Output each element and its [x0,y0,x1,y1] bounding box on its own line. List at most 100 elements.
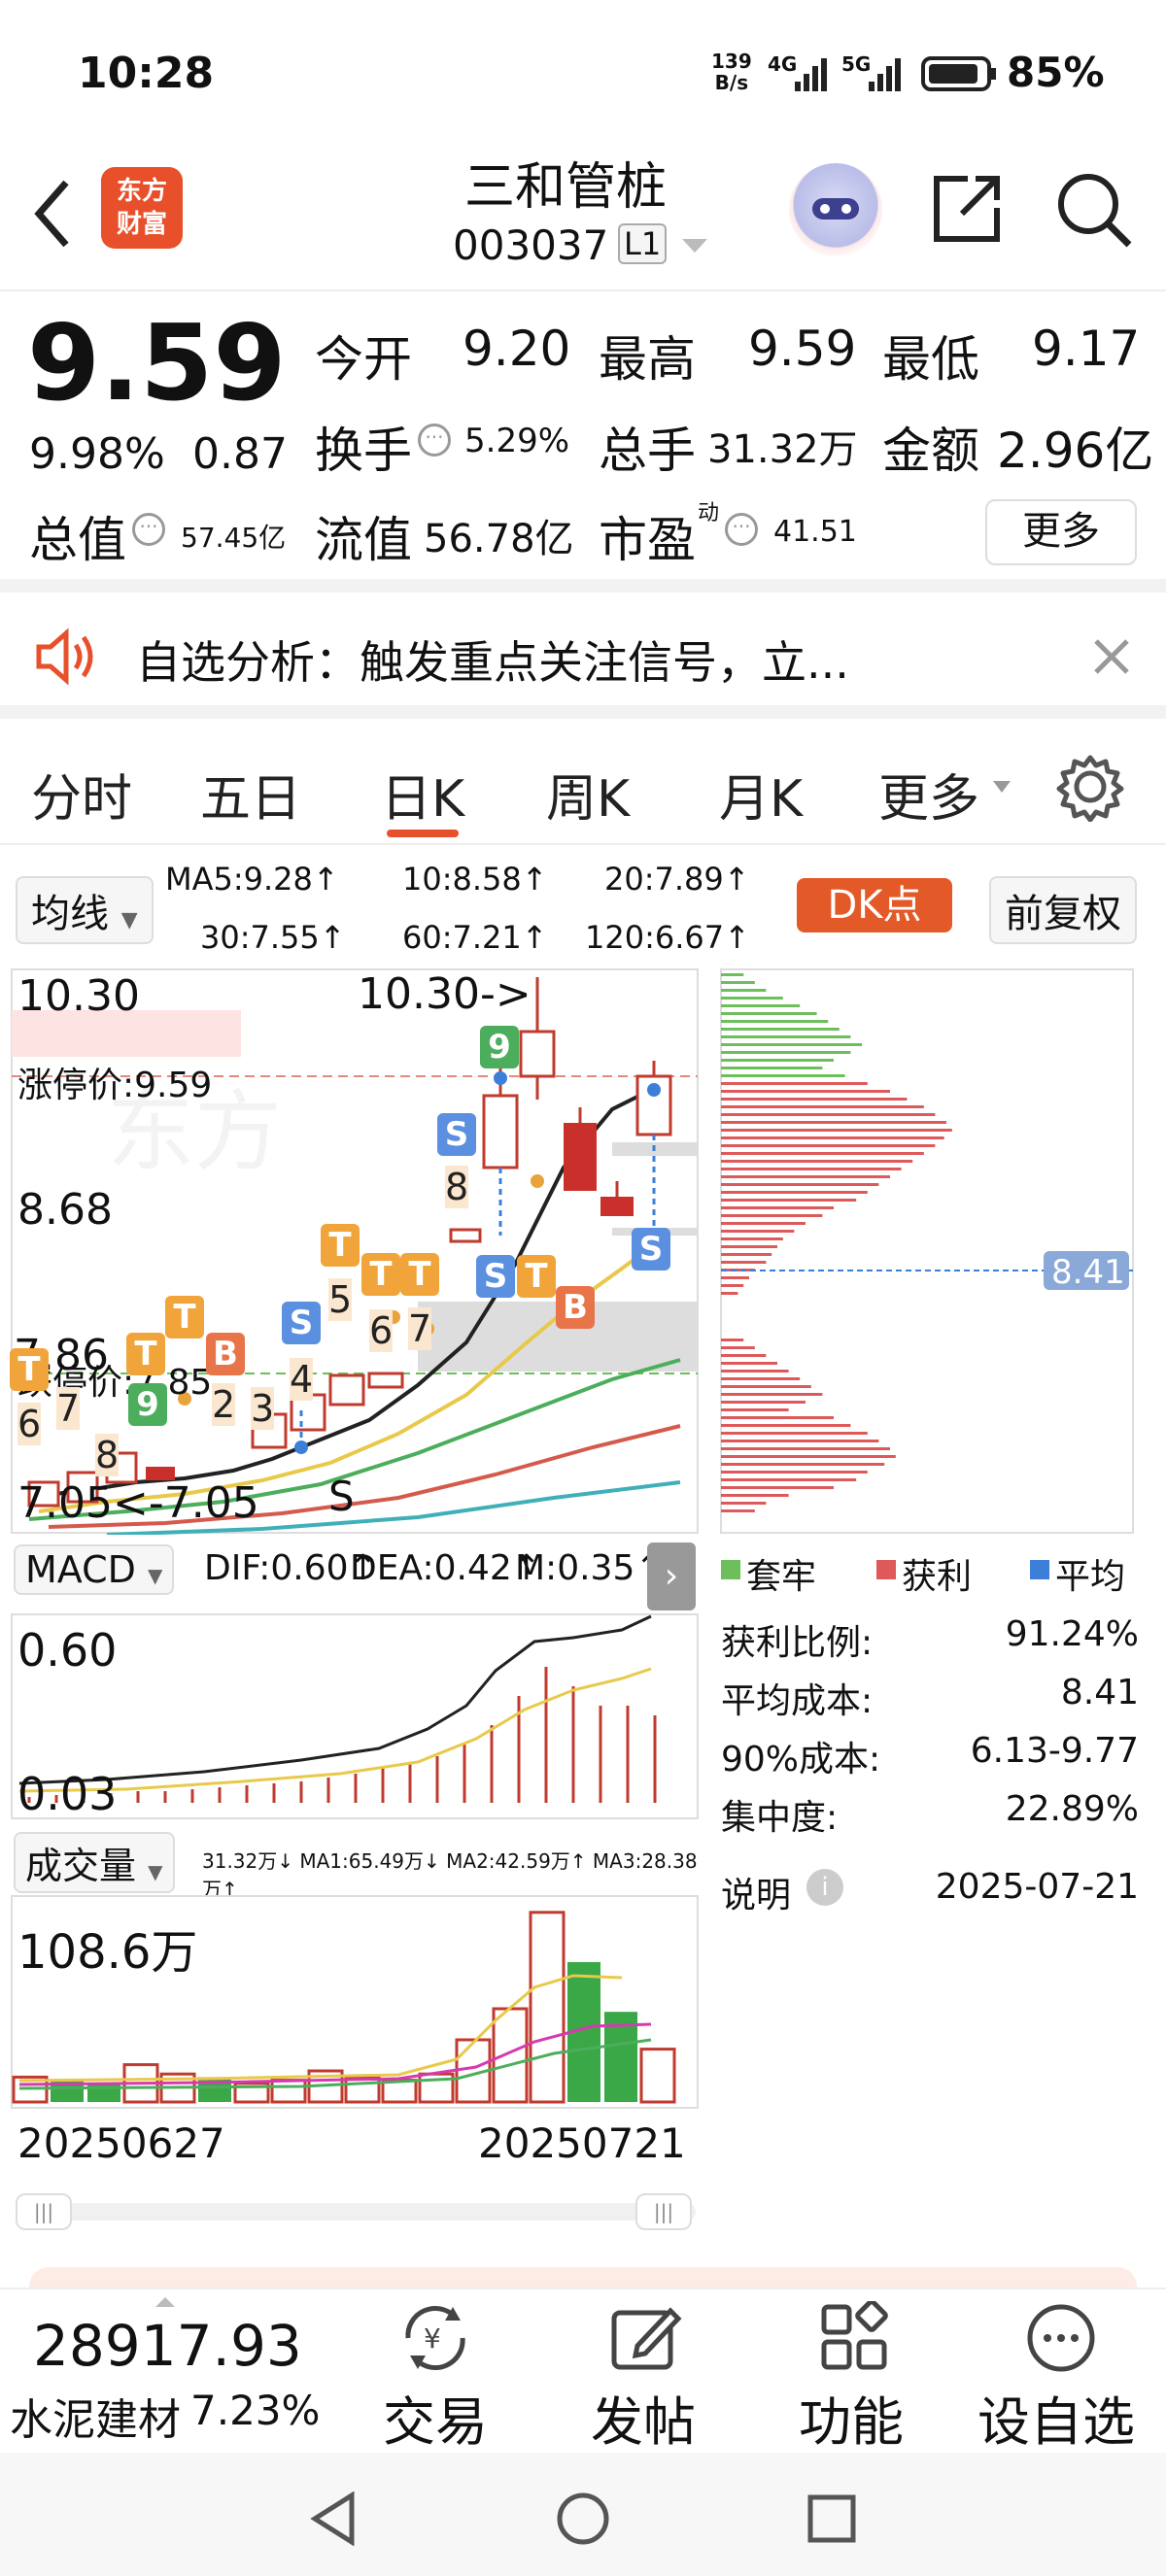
pe-label: 市盈 [599,512,696,568]
chip-bar [721,1199,857,1202]
y-axis-top: 10.30 [17,971,140,1021]
ma-indicator-bar: 均线 ▼ MA5:9.28↑ 10:8.58↑ 20:7.89↑ 30:7.55… [0,847,1166,966]
open-label: 今开 [315,331,412,388]
sector-index-value[interactable]: 28917.93 [33,2313,302,2379]
open-value: 9.20 [463,321,571,377]
level-badge[interactable]: L1 [618,223,668,264]
range-slider-handle-right[interactable]: ||| [635,2193,692,2230]
chip-bar [721,1385,811,1388]
count-label: 2 [212,1383,236,1426]
nav-back-icon[interactable] [309,2491,358,2546]
caret-up-icon [155,2297,175,2307]
apps-grid-icon[interactable] [818,2301,892,2375]
count-label: 7 [56,1387,81,1430]
signal-chip-9-green[interactable]: 9 [128,1383,167,1426]
svg-text:¥: ¥ [424,2322,441,2355]
signal-chip-s[interactable]: S [282,1302,321,1344]
ma30-value: 30:7.55↑ [200,919,346,956]
range-slider-track[interactable] [16,2203,696,2220]
ma-selector[interactable]: 均线 ▼ [16,876,154,944]
signal-chip-s[interactable]: S [437,1113,476,1156]
chip-bar [721,1144,936,1147]
tab-weekly-k[interactable]: 周K [546,758,630,830]
chip-distribution-chart[interactable] [719,967,1135,1535]
tab-monthly-k[interactable]: 月K [719,758,803,830]
chip-bar [721,1183,879,1186]
nav-recents-icon[interactable] [806,2493,857,2544]
signal-chip-t[interactable]: T [165,1296,204,1339]
signal-chip-t[interactable]: T [361,1253,400,1296]
nav-home-icon[interactable] [556,2491,610,2546]
chip-bar [721,1463,885,1466]
logo-line2: 财富 [116,210,167,239]
amount-label: 金额 [882,423,979,479]
mktcap-value: 57.45亿 [181,522,287,554]
signal-chip-9-green[interactable]: 9 [480,1026,519,1068]
tab-five-day[interactable]: 五日 [200,758,301,830]
tab-more[interactable]: 更多 [878,758,979,830]
info-icon[interactable]: i [806,1869,843,1906]
chip-bar [721,1105,924,1108]
signal-chip-b[interactable]: B [206,1333,245,1375]
info-dots-icon[interactable]: ··· [132,513,165,546]
sector-name[interactable]: 水泥建材 [10,2385,181,2447]
adjust-selector[interactable]: 前复权 [989,876,1137,944]
signal-chip-t[interactable]: T [400,1253,439,1296]
function-button[interactable]: 功能 [799,2379,904,2456]
search-icon[interactable] [1053,169,1135,251]
chip-bar [721,1090,890,1093]
alert-banner[interactable]: 自选分析：触发重点关注信号，立... [0,593,1166,719]
trade-button[interactable]: 交易 [383,2379,488,2456]
add-watchlist-button[interactable]: 设自选 [977,2379,1135,2456]
share-icon[interactable] [929,169,1007,247]
signal-chip-b[interactable]: B [556,1286,595,1329]
chip-bar [721,1502,767,1505]
chip-bar [721,1051,851,1054]
macd-selector[interactable]: MACD ▼ [14,1544,175,1595]
chevron-down-icon[interactable] [680,237,709,256]
chip-bar [721,997,783,1000]
tab-intraday[interactable]: 分时 [31,758,132,830]
trade-icon[interactable]: ¥ [396,2303,474,2373]
volume-selector[interactable]: 成交量 ▼ [14,1832,175,1893]
cost-90-value: 6.13-9.77 [970,1731,1139,1771]
date-end: 20250721 [478,2119,686,2167]
chip-bar [721,1168,902,1170]
post-button[interactable]: 发帖 [591,2379,696,2456]
chevron-down-icon[interactable] [991,779,1012,795]
quote-panel: 9.59 9.98% 0.87 今开 9.20 最高 9.59 最低 9.17 … [0,291,1166,593]
turnover-value: 5.29% [464,422,570,460]
more-button[interactable]: 更多 [985,499,1137,565]
signal-chip-s[interactable]: S [476,1255,515,1298]
dk-point-label: DK点 [827,883,922,928]
legend-swatch-avg [1030,1560,1049,1579]
signal-chip-s[interactable]: S [632,1228,670,1271]
chip-bar [721,1175,890,1178]
back-arrow-icon[interactable] [27,175,76,253]
signal-chip-t[interactable]: T [10,1348,49,1391]
chip-bar [721,973,744,976]
compose-icon[interactable] [608,2303,682,2373]
robot-avatar-icon[interactable] [789,163,882,256]
signal-bars-2-icon [869,58,901,91]
chip-bar [721,1121,946,1124]
sector-percent: 7.23% [190,2387,321,2434]
expand-arrow-button[interactable]: › [647,1542,696,1610]
stock-header: 东方 财富 三和管桩 003037 L1 [0,146,1166,291]
signal-chip-t[interactable]: T [517,1255,556,1298]
signal-chip-t[interactable]: T [321,1224,360,1267]
range-slider-handle-left[interactable]: ||| [16,2193,72,2230]
chip-bar [721,1191,868,1194]
chip-bar [721,1370,789,1373]
note-label[interactable]: 说明 [721,1867,791,1917]
info-dots-icon[interactable]: ··· [725,513,758,546]
signal-chip-t[interactable]: T [126,1333,165,1375]
ma5-value: MA5:9.28↑ [165,861,339,898]
tab-daily-k[interactable]: 日K [381,758,464,830]
gear-icon[interactable] [1055,752,1125,822]
legend-trapped: 套牢 [746,1557,817,1597]
info-dots-icon[interactable]: ··· [418,424,451,457]
close-icon[interactable] [1092,637,1131,676]
more-dots-icon[interactable] [1024,2301,1098,2375]
dk-point-button[interactable]: DK点 [797,878,952,932]
